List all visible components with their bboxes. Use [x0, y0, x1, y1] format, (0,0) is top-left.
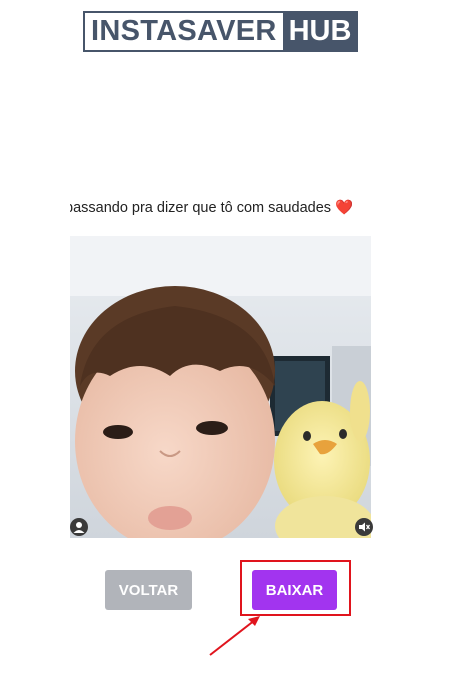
pointer-arrow-icon [209, 616, 260, 656]
mute-icon[interactable] [355, 518, 373, 536]
back-button[interactable]: VOLTAR [105, 570, 192, 610]
post-caption: passando pra dizer que tô com saudades ❤… [70, 198, 370, 218]
user-icon [70, 518, 88, 536]
post-caption-text: passando pra dizer que tô com saudades ❤… [70, 200, 354, 216]
logo-text-instasaver: INSTASAVER [85, 13, 283, 50]
post-media-preview [70, 236, 371, 538]
site-logo[interactable]: INSTASAVER HUB [83, 11, 359, 52]
download-highlight-box [240, 560, 351, 616]
logo-text-hub: HUB [282, 13, 357, 50]
